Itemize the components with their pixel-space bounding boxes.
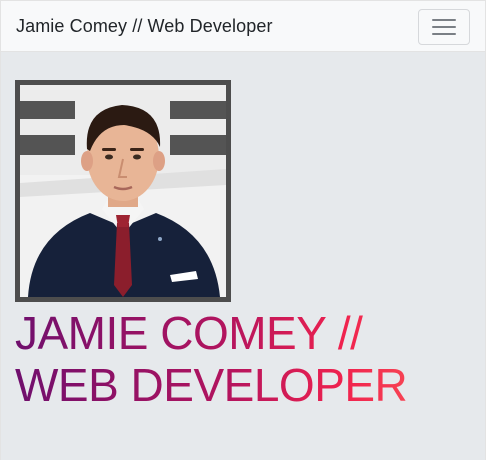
hero-section: JAMIE COMEY // WEB DEVELOPER <box>0 52 486 460</box>
navbar-toggle-button[interactable] <box>418 9 470 45</box>
hero-title: JAMIE COMEY // WEB DEVELOPER <box>15 307 485 411</box>
hamburger-menu-icon <box>432 19 456 35</box>
navbar: Jamie Comey // Web Developer <box>0 0 486 52</box>
navbar-brand[interactable]: Jamie Comey // Web Developer <box>16 16 273 37</box>
profile-photo-frame <box>15 80 231 302</box>
profile-photo <box>20 85 226 297</box>
hero-title-line-2: WEB DEVELOPER <box>15 359 485 411</box>
hero-title-line-1: JAMIE COMEY // <box>15 307 485 359</box>
